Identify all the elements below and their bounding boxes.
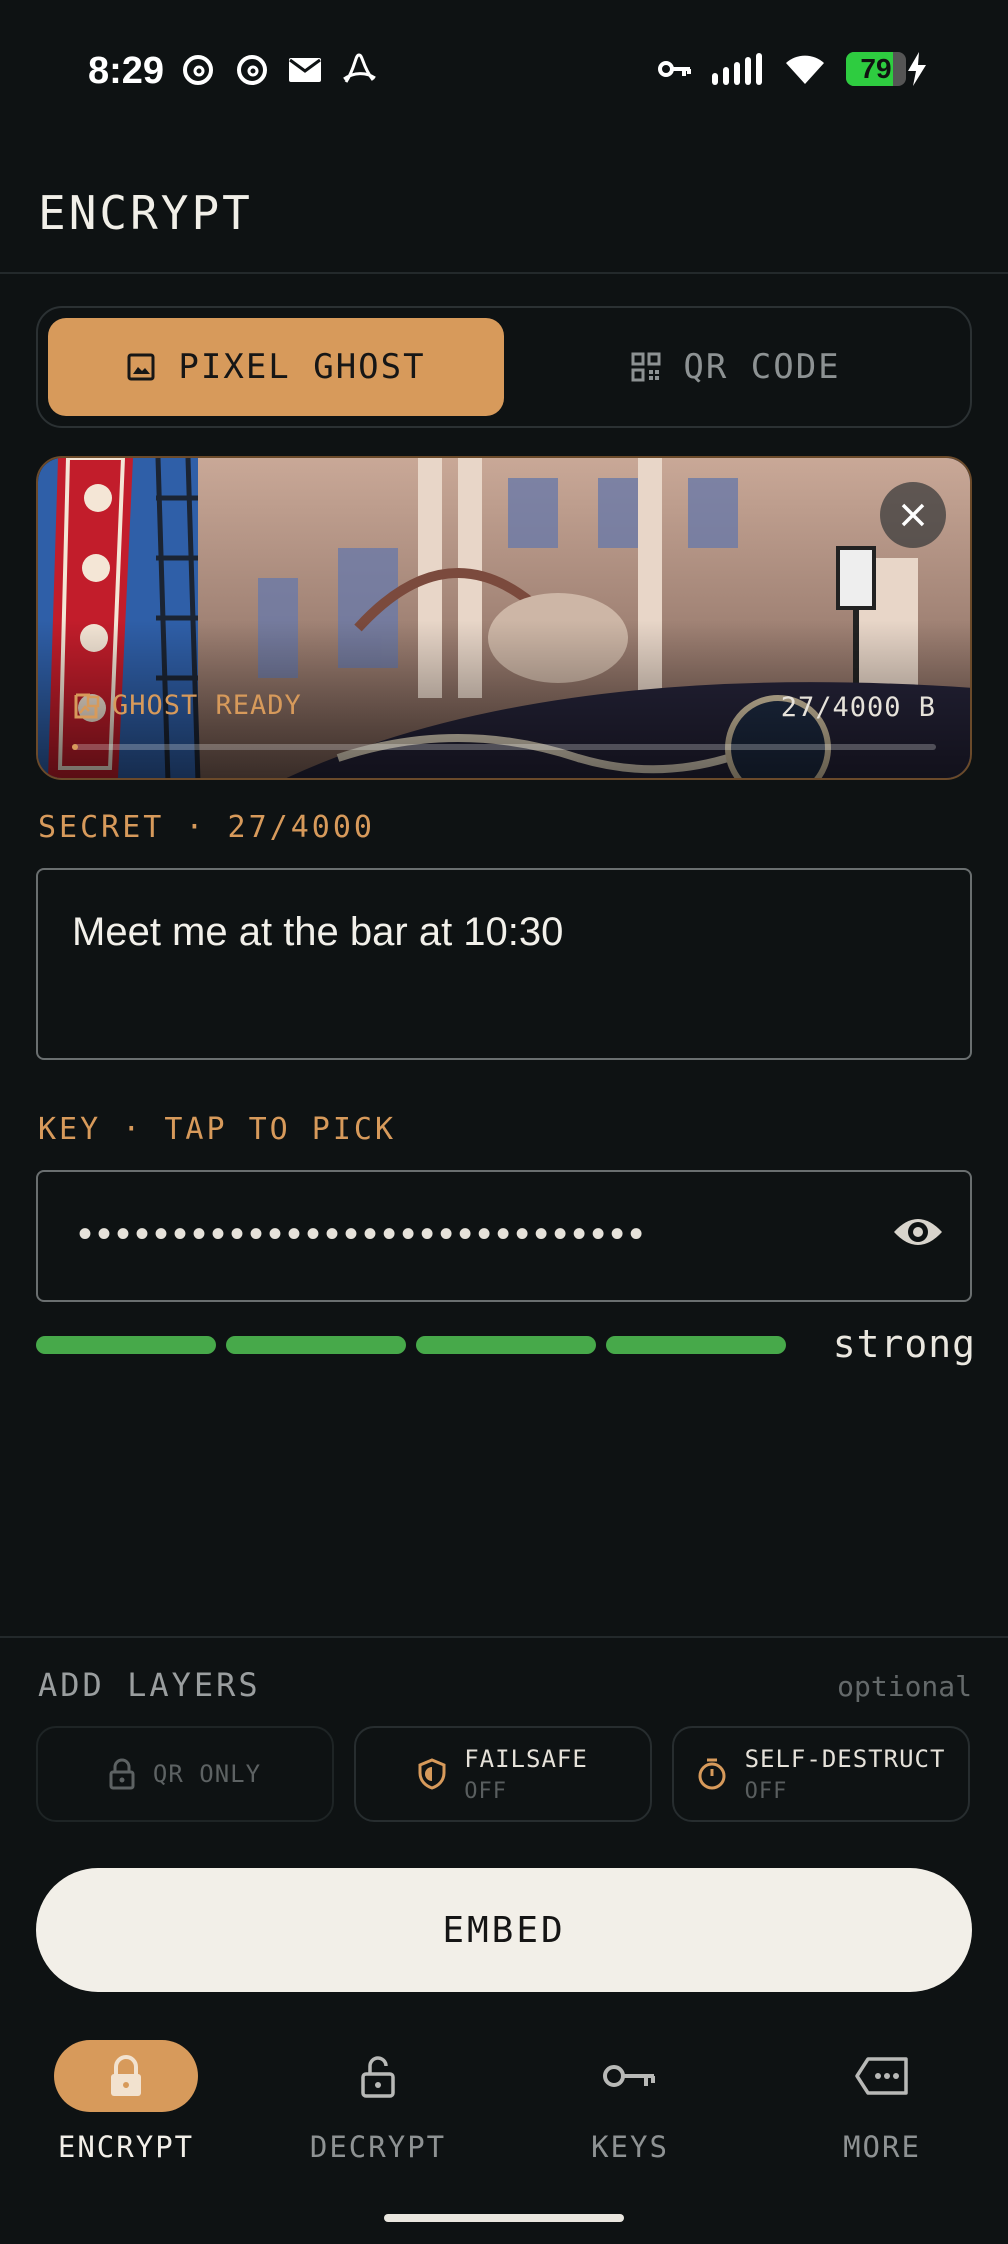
nav-pill (306, 2040, 450, 2112)
layer-name: QR ONLY (152, 1760, 262, 1788)
layer-state: OFF (744, 1778, 788, 1804)
strength-segment (606, 1336, 786, 1354)
tab-label: QR CODE (683, 347, 841, 387)
lock-icon (109, 1758, 135, 1790)
vpn-key-icon (658, 61, 691, 77)
nav-label: ENCRYPT (57, 2130, 195, 2164)
close-icon (901, 503, 925, 527)
system-icons: 79 (658, 52, 928, 86)
byte-count: 27/4000 B (780, 692, 936, 723)
strength-segment (416, 1336, 596, 1354)
key-strength-meter: strong (36, 1322, 976, 1376)
layer-text: FAILSAFE OFF (464, 1745, 588, 1804)
shield-icon (418, 1758, 446, 1790)
nav-label: KEYS (591, 2130, 669, 2164)
mail-icon (289, 58, 321, 82)
notification-icons (180, 52, 378, 88)
secret-input[interactable]: Meet me at the bar at 10:30 (36, 868, 972, 1060)
nav-label: DECRYPT (309, 2130, 447, 2164)
layer-qr-only-button[interactable]: QR ONLY (36, 1726, 334, 1822)
status-time: 8:29 (88, 50, 165, 92)
unlock-icon (361, 2056, 395, 2098)
charging-icon (908, 52, 926, 86)
threads-icon (237, 55, 267, 85)
more-icon (855, 2057, 908, 2095)
nav-pill (558, 2040, 702, 2112)
lock-icon (111, 2055, 141, 2096)
layers-optional: optional (837, 1670, 972, 1703)
wifi-icon (786, 55, 824, 84)
acrobat-icon (343, 53, 376, 83)
embed-button[interactable]: EMBED (36, 1868, 972, 1992)
tab-label: PIXEL GHOST (178, 347, 426, 387)
battery-icon: 79 (846, 52, 928, 86)
layer-self-destruct-button[interactable]: SELF-DESTRUCT OFF (672, 1726, 970, 1822)
nav-keys[interactable]: KEYS (530, 2040, 730, 2170)
layers-title: ADD LAYERS (38, 1666, 261, 1704)
image-lock-icon (74, 693, 100, 718)
home-indicator[interactable] (384, 2214, 624, 2222)
status-bar: 8:29 79 (0, 0, 1008, 150)
carrier-image-card[interactable]: GHOST READY 27/4000 B (36, 456, 972, 780)
key-icon (603, 2065, 655, 2087)
layer-state: OFF (464, 1778, 507, 1804)
layer-text: SELF-DESTRUCT OFF (745, 1745, 946, 1804)
qr-icon (631, 352, 661, 382)
strength-segment (36, 1336, 216, 1354)
threads-icon (183, 55, 213, 85)
nav-pill (54, 2040, 198, 2112)
strength-segment (226, 1336, 406, 1354)
image-icon (127, 353, 155, 381)
carrier-image (38, 458, 970, 778)
nav-encrypt[interactable]: ENCRYPT (26, 2040, 226, 2170)
battery-level: 79 (860, 53, 892, 84)
timer-icon (698, 1758, 726, 1790)
capacity-fill (72, 744, 78, 750)
nav-label: MORE (843, 2130, 921, 2164)
capacity-bar (72, 744, 936, 750)
layer-name: FAILSAFE (464, 1744, 588, 1773)
layer-name: SELF-DESTRUCT (744, 1744, 946, 1773)
nav-more[interactable]: MORE (782, 2040, 982, 2170)
ghost-status: GHOST READY (72, 690, 302, 721)
tab-qr-code[interactable]: QR CODE (508, 318, 964, 416)
nav-decrypt[interactable]: DECRYPT (278, 2040, 478, 2170)
nav-pill (810, 2040, 954, 2112)
eye-icon (894, 1219, 942, 1245)
strength-label: strong (832, 1322, 976, 1366)
page-title: ENCRYPT (38, 186, 253, 240)
ghost-status-text: GHOST READY (112, 690, 302, 721)
secret-label: SECRET · 27/4000 (38, 810, 375, 845)
layers-divider (0, 1636, 1008, 1638)
key-input[interactable]: •••••••••••••••••••••••••••••• (36, 1170, 972, 1302)
remove-image-button[interactable] (880, 482, 946, 548)
tab-pixel-ghost[interactable]: PIXEL GHOST (48, 318, 504, 416)
key-label[interactable]: KEY · TAP TO PICK (38, 1112, 396, 1147)
key-masked-value: •••••••••••••••••••••••••••••• (78, 1212, 649, 1256)
toggle-visibility-button[interactable] (892, 1214, 944, 1255)
header-divider (0, 272, 1008, 274)
mode-segmented-control: PIXEL GHOST QR CODE (36, 306, 972, 428)
layer-failsafe-button[interactable]: FAILSAFE OFF (354, 1726, 652, 1822)
signal-icon (712, 53, 762, 85)
